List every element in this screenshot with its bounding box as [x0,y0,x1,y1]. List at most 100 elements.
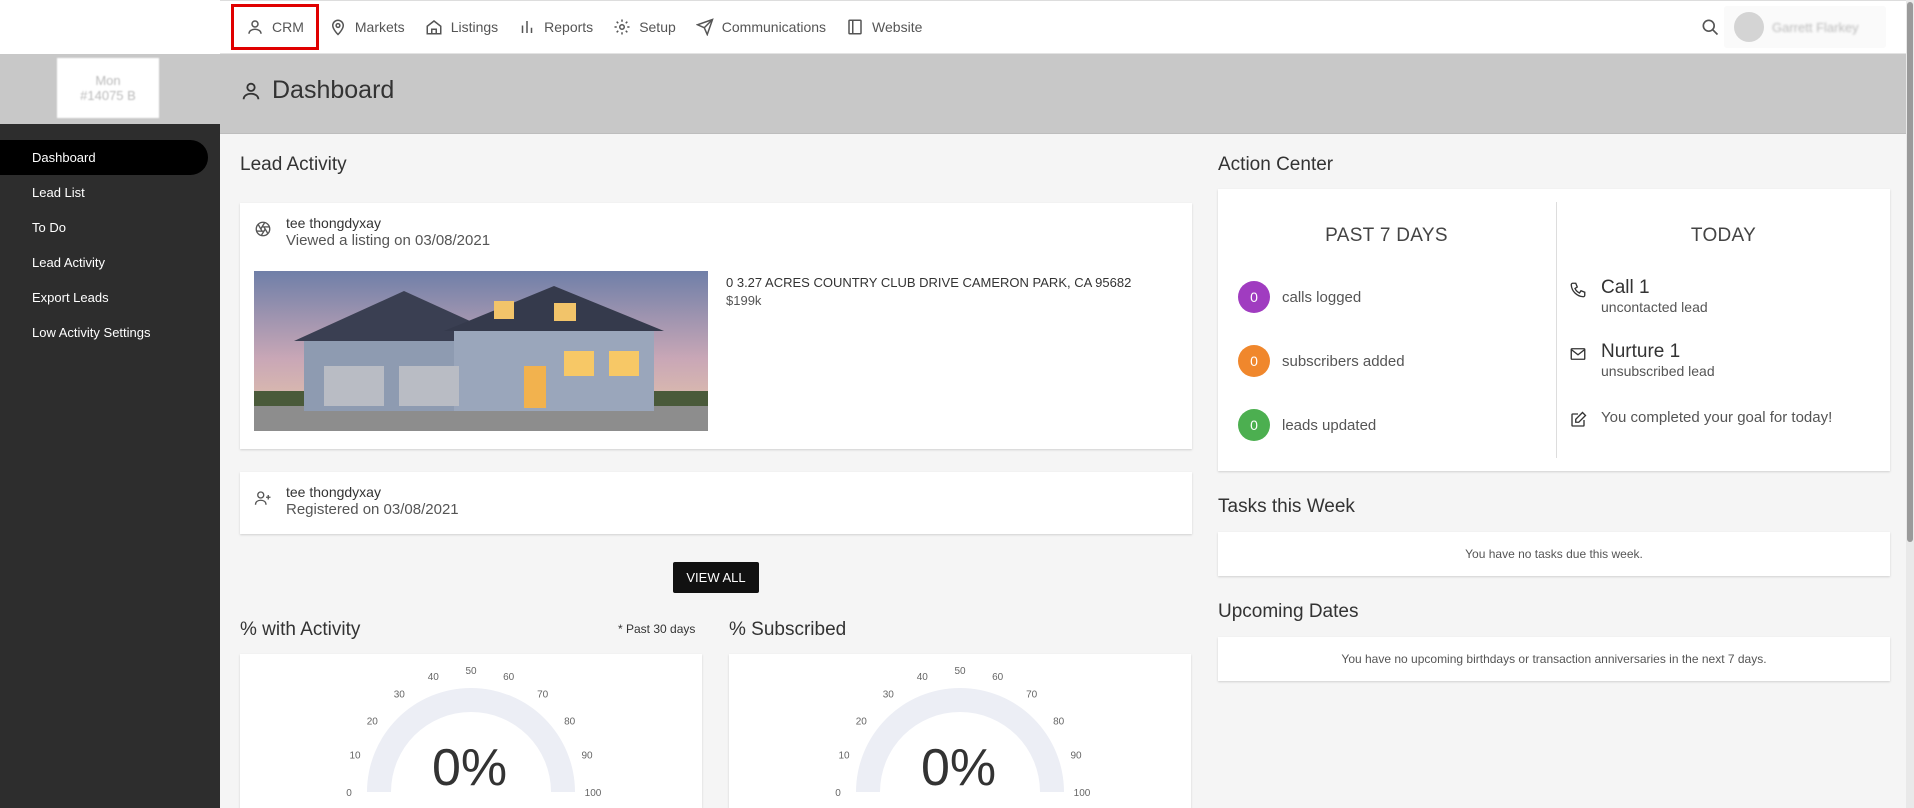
home-icon [426,20,442,35]
page-header: Dashboard [220,54,1906,134]
brand-logo: Mon #14075 B [57,58,159,118]
sidebar-item-label: Lead Activity [32,255,105,270]
nav-setup[interactable]: Setup [603,4,686,50]
subscribed-gauge-tick-label: 90 [1070,750,1082,761]
activity-description: Registered on 03/08/2021 [286,501,459,518]
sidebar-item-to-do[interactable]: To Do [0,210,220,245]
aperture-icon [255,221,271,237]
today-call-item[interactable]: Call 1 uncontacted lead [1569,277,1708,315]
sidebar-item-label: To Do [32,220,66,235]
nav-markets[interactable]: Markets [319,4,415,50]
sidebar-item-lead-list[interactable]: Lead List [0,175,220,210]
stat-count-badge: 0 [1238,409,1270,441]
listing-preview[interactable]: 0 3.27 ACRES COUNTRY CLUB DRIVE CAMERON … [254,271,1178,431]
subscribed-gauge-tick-label: 50 [954,666,966,677]
house-photo-illustration [254,271,708,431]
lead-name: tee thongdyxay [286,215,381,231]
goal-message: You completed your goal for today! [1601,409,1833,426]
subscribed-gauge-tick-label: 0 [835,788,841,799]
subscribed-gauge-tick-label: 60 [992,672,1004,683]
top-navbar: CRM Markets Listings Reports Setup Commu… [0,0,1914,54]
view-all-button[interactable]: VIEW ALL [673,562,759,593]
today-column: TODAY Call 1 uncontacted lead Nurture 1 … [1557,189,1890,459]
person-icon [248,20,262,34]
activity-gauge-tick-label: 30 [394,689,406,700]
activity-gauge-tick-label: 70 [537,689,549,700]
person-icon [242,82,260,99]
bar-chart-icon [521,21,533,33]
user-plus-icon [254,491,271,505]
activity-gauge-tick-label: 0 [346,788,352,799]
activity-gauge-title: % with Activity [240,619,361,640]
nav-listings[interactable]: Listings [415,4,508,50]
listing-address[interactable]: 0 3.27 ACRES COUNTRY CLUB DRIVE CAMERON … [726,275,1131,290]
activity-gauge-tick-label: 90 [581,750,593,761]
activity-gauge-tick-label: 10 [349,750,361,761]
main-content: Dashboard Lead Activity tee thongdyxay V… [220,54,1906,808]
activity-card-registered[interactable]: tee thongdyxay Registered on 03/08/2021 [240,472,1192,534]
past-7-days-heading: PAST 7 DAYS [1325,225,1448,246]
nav-website[interactable]: Website [836,4,932,50]
activity-gauge-value: 0% [432,739,508,797]
nav-reports[interactable]: Reports [508,4,603,50]
map-pin-icon [331,19,344,36]
subscribed-gauge-tick-label: 30 [883,689,895,700]
page-scrollbar[interactable] [1906,0,1914,808]
stat-label: calls logged [1282,288,1362,306]
activity-gauge-tick-label: 100 [585,788,602,799]
sidebar: Dashboard Lead List To Do Lead Activity … [0,124,220,808]
dates-empty-message: You have no upcoming birthdays or transa… [1341,652,1767,666]
brand-line2: #14075 B [80,88,136,103]
sidebar-item-label: Lead List [32,185,85,200]
subscribed-gauge-value: 0% [921,739,997,797]
send-icon [695,18,714,36]
stat-count-badge: 0 [1238,345,1270,377]
subscribed-gauge-card: 0 10 20 30 40 50 60 70 80 90 100 0% [729,654,1191,808]
sidebar-item-label: Dashboard [32,150,96,165]
subscribed-gauge-tick-label: 10 [838,750,850,761]
activity-gauge-tick-label: 40 [428,672,440,683]
nav-markets-label: Markets [354,19,405,35]
activity-gauge-tick-label: 50 [465,666,477,677]
subscribed-gauge-tick-label: 20 [856,716,868,727]
stat-subscribers-added: 0 subscribers added [1238,345,1405,377]
upcoming-dates-title: Upcoming Dates [1218,601,1359,622]
subscribed-gauge-tick-label: 80 [1053,716,1065,727]
stat-calls-logged: 0 calls logged [1238,281,1361,313]
upcoming-dates-card: You have no upcoming birthdays or transa… [1218,637,1890,681]
avatar [1734,12,1764,42]
sidebar-item-dashboard[interactable]: Dashboard [0,140,208,175]
subscribed-gauge-tick-label: 40 [917,672,929,683]
today-heading: TODAY [1690,225,1757,246]
listing-photo[interactable] [254,271,708,431]
tasks-title: Tasks this Week [1218,496,1355,517]
logo-area [0,0,220,54]
tasks-card: You have no tasks due this week. [1218,532,1890,576]
scrollbar-thumb[interactable] [1907,2,1913,542]
tasks-empty-message: You have no tasks due this week. [1465,547,1643,561]
today-nurture-item[interactable]: Nurture 1 unsubscribed lead [1569,341,1715,379]
search-icon[interactable] [1700,17,1720,37]
call-count: Call 1 [1601,277,1650,298]
past-7-days-column: PAST 7 DAYS 0 calls logged 0 subscribers… [1218,189,1555,459]
nav-communications[interactable]: Communications [686,4,836,50]
gear-icon [614,19,630,35]
edit-icon [1571,411,1587,427]
listing-price: $199k [726,293,762,308]
user-menu[interactable]: Garrett Flarkey [1724,6,1886,48]
nav-communications-label: Communications [721,19,827,35]
stat-count-badge: 0 [1238,281,1270,313]
mail-icon [1570,348,1586,360]
nurture-subtext: unsubscribed lead [1601,363,1715,379]
activity-card-listing[interactable]: tee thongdyxay Viewed a listing on 03/08… [240,203,1192,449]
brand-line1: Mon [95,73,121,88]
sidebar-item-export-leads[interactable]: Export Leads [0,280,220,315]
action-center-card: PAST 7 DAYS 0 calls logged 0 subscribers… [1218,189,1890,471]
nav-website-label: Website [872,19,923,35]
nurture-count: Nurture 1 [1601,341,1681,362]
sidebar-item-low-activity-settings[interactable]: Low Activity Settings [0,315,220,350]
nav-crm[interactable]: CRM [231,4,319,50]
sidebar-item-label: Export Leads [32,290,109,305]
today-goal-item: You completed your goal for today! [1569,407,1832,429]
sidebar-item-lead-activity[interactable]: Lead Activity [0,245,220,280]
